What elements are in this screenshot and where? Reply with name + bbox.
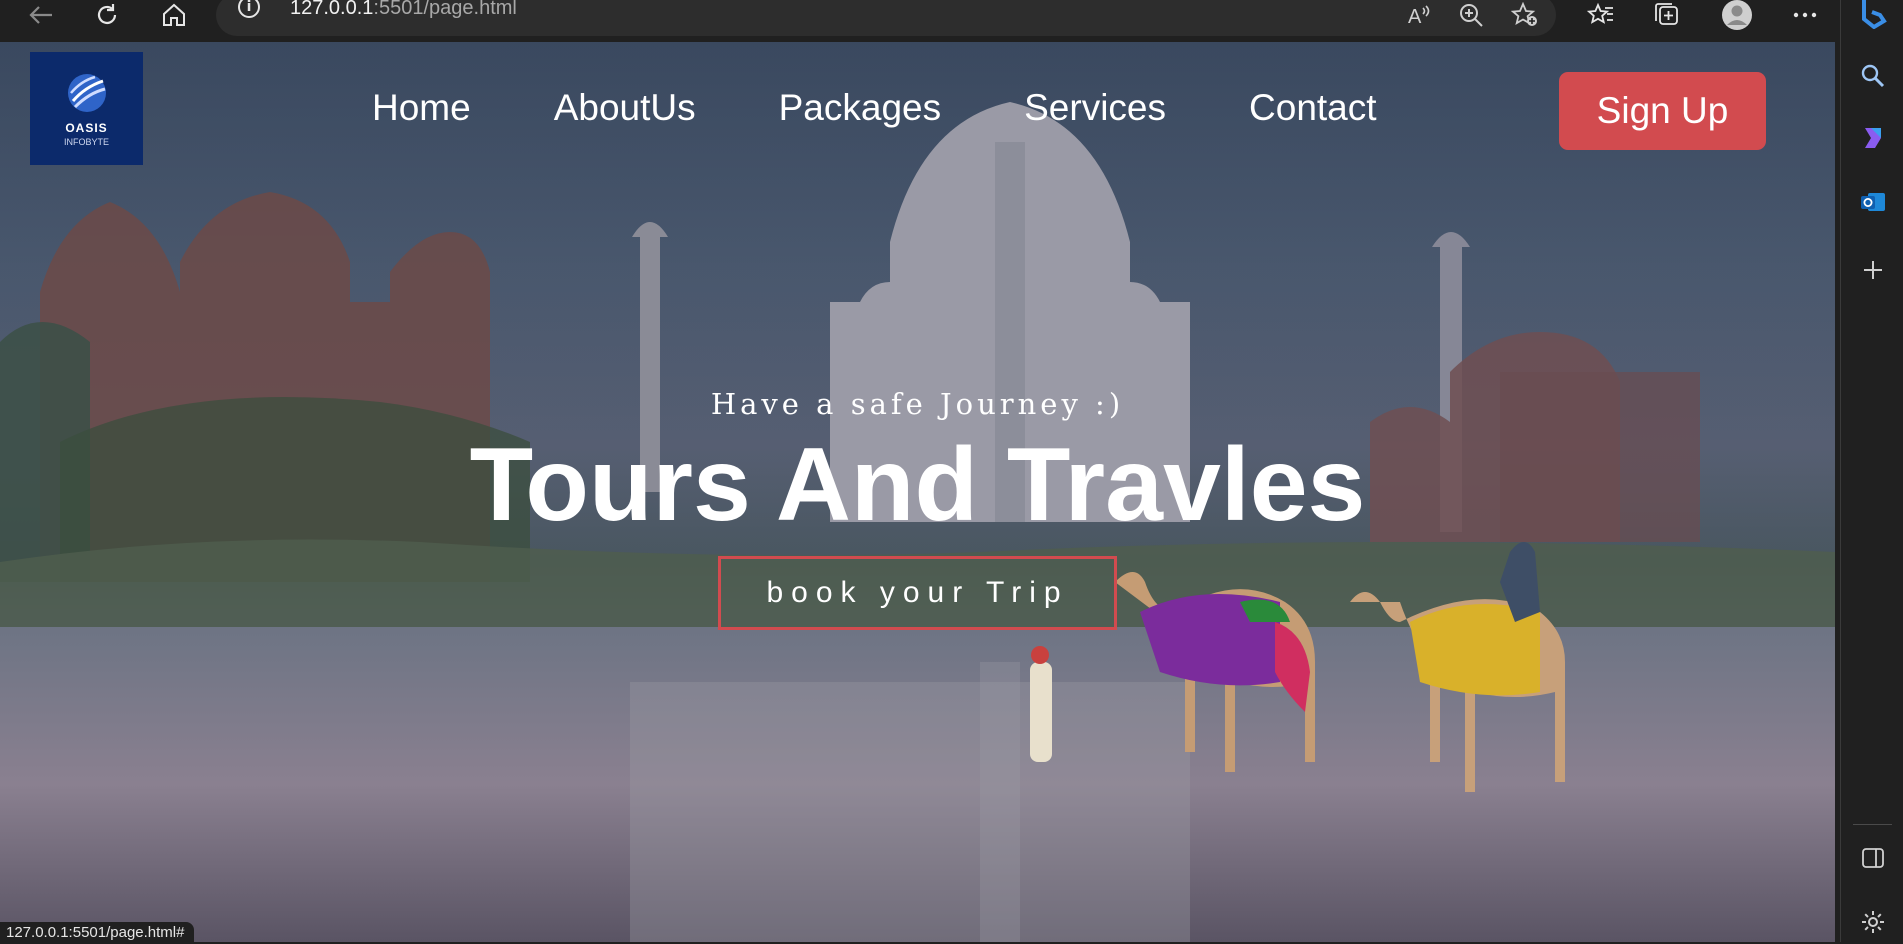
- browser-toolbar: i 127.0.0.1:5501/page.html A: [0, 0, 1840, 42]
- favorites-icon[interactable]: [1584, 0, 1618, 30]
- status-bar-url: 127.0.0.1:5501/page.html#: [0, 922, 195, 942]
- add-icon[interactable]: [1841, 250, 1903, 290]
- profile-icon[interactable]: [1720, 0, 1754, 30]
- signup-button[interactable]: Sign Up: [1559, 72, 1766, 150]
- nav-aboutus[interactable]: AboutUs: [554, 86, 696, 130]
- sidebar-divider: [1853, 824, 1892, 825]
- logo-subtitle: INFOBYTE: [63, 136, 109, 147]
- book-trip-button[interactable]: book your Trip: [718, 556, 1117, 630]
- zoom-icon[interactable]: [1454, 0, 1488, 30]
- back-icon[interactable]: [24, 0, 58, 30]
- hero-subtitle: Have a safe Journey :): [710, 387, 1125, 421]
- settings-icon[interactable]: [1841, 902, 1903, 942]
- logo-name: OASIS: [65, 120, 108, 135]
- browser-sidebar: [1840, 0, 1903, 942]
- read-aloud-icon[interactable]: A: [1402, 0, 1436, 30]
- sidebar-toggle-icon[interactable]: [1841, 838, 1903, 878]
- collections-icon[interactable]: [1650, 0, 1684, 30]
- url-path: :5501/page.html: [373, 0, 517, 19]
- outlook-icon[interactable]: [1841, 182, 1903, 222]
- bing-icon[interactable]: [1841, 0, 1903, 32]
- refresh-icon[interactable]: [90, 0, 124, 30]
- page-viewport: OASIS INFOBYTE Home AboutUs Packages Ser…: [0, 42, 1835, 942]
- address-bar[interactable]: i 127.0.0.1:5501/page.html: [216, 0, 1556, 36]
- site-navbar: OASIS INFOBYTE Home AboutUs Packages Ser…: [0, 42, 1835, 172]
- url-host: 127.0.0.1: [290, 0, 374, 19]
- logo-globe-icon: [67, 73, 106, 112]
- url-text[interactable]: 127.0.0.1:5501/page.html: [290, 0, 517, 22]
- more-icon[interactable]: [1788, 0, 1822, 30]
- home-icon[interactable]: [157, 0, 191, 30]
- nav-links: Home AboutUs Packages Services Contact: [372, 86, 1460, 130]
- svg-text:A: A: [1408, 6, 1422, 27]
- add-favorite-icon[interactable]: [1508, 0, 1542, 30]
- nav-services[interactable]: Services: [1024, 86, 1166, 130]
- info-icon[interactable]: i: [238, 0, 260, 18]
- nav-contact[interactable]: Contact: [1249, 86, 1377, 130]
- site-logo[interactable]: OASIS INFOBYTE: [30, 52, 143, 165]
- nav-packages[interactable]: Packages: [779, 86, 942, 130]
- copilot-icon[interactable]: [1841, 118, 1903, 158]
- nav-home[interactable]: Home: [372, 86, 471, 130]
- hero-title: Tours And Travles: [469, 427, 1366, 543]
- search-icon[interactable]: [1841, 56, 1903, 96]
